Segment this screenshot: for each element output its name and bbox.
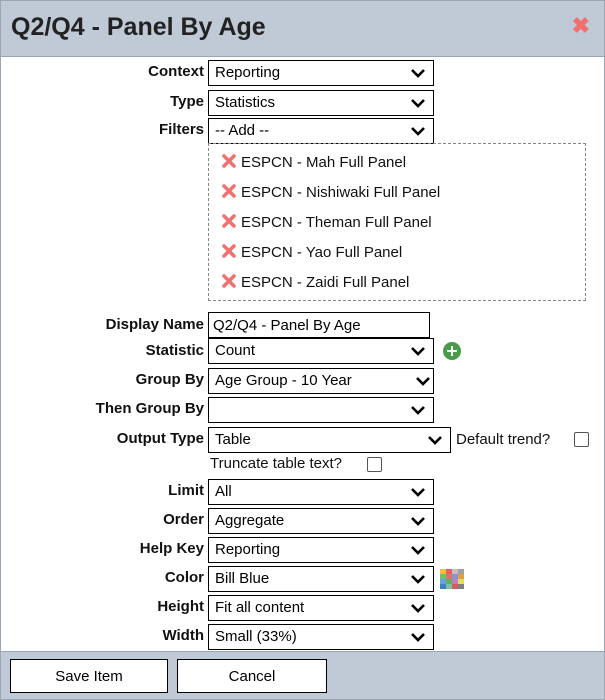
filter-item: ESPCN - Theman Full Panel: [221, 211, 432, 235]
type-select[interactable]: Statistics: [208, 90, 434, 116]
chevron-down-icon: [411, 399, 425, 421]
edit-item-dialog: Q2/Q4 - Panel By Age ✖ Context Reporting…: [0, 0, 605, 700]
chevron-down-icon: [411, 510, 425, 532]
color-value: Bill Blue: [215, 570, 270, 587]
chevron-down-icon: [416, 370, 430, 392]
statistic-label: Statistic: [145, 342, 204, 359]
filter-item-label: ESPCN - Theman Full Panel: [241, 214, 432, 231]
output-type-label: Output Type: [116, 430, 204, 447]
chevron-down-icon: [411, 539, 425, 561]
display-name-label: Display Name: [105, 316, 204, 333]
chevron-down-icon: [411, 597, 425, 619]
filter-item-label: ESPCN - Yao Full Panel: [241, 244, 403, 261]
chevron-down-icon: [411, 92, 425, 114]
chevron-down-icon: [411, 568, 425, 590]
remove-icon[interactable]: [221, 243, 237, 259]
width-select[interactable]: Small (33%): [208, 624, 434, 650]
dialog-footer: Save Item Cancel: [1, 651, 604, 699]
order-select[interactable]: Aggregate: [208, 508, 434, 534]
filter-item: ESPCN - Mah Full Panel: [221, 151, 406, 175]
statistic-value: Count: [215, 342, 256, 359]
save-item-button[interactable]: Save Item: [10, 659, 168, 693]
add-statistic-icon[interactable]: [443, 342, 461, 360]
limit-value: All: [215, 483, 232, 500]
filters-add-select[interactable]: -- Add --: [208, 118, 434, 144]
then-group-by-label: Then Group By: [95, 400, 204, 417]
truncate-table-text-checkbox[interactable]: [367, 457, 382, 472]
filter-item: ESPCN - Nishiwaki Full Panel: [221, 181, 440, 205]
filters-add-value: -- Add --: [215, 122, 270, 139]
context-label: Context: [148, 63, 204, 80]
filter-item-label: ESPCN - Nishiwaki Full Panel: [241, 184, 441, 201]
type-label: Type: [170, 93, 204, 110]
context-value: Reporting: [215, 64, 281, 81]
chevron-down-icon: [411, 340, 425, 362]
cancel-button[interactable]: Cancel: [177, 659, 327, 693]
filter-item: ESPCN - Zaidi Full Panel: [221, 271, 409, 295]
help-key-label: Help Key: [139, 540, 204, 557]
width-value: Small (33%): [215, 628, 297, 645]
default-trend-label: Default trend?: [456, 431, 551, 448]
limit-label: Limit: [168, 482, 204, 499]
chevron-down-icon: [411, 626, 425, 648]
color-label: Color: [164, 569, 204, 586]
chevron-down-icon: [411, 481, 425, 503]
height-value: Fit all content: [215, 599, 305, 616]
remove-icon[interactable]: [221, 153, 237, 169]
chevron-down-icon: [411, 62, 425, 84]
help-key-select[interactable]: Reporting: [208, 537, 434, 563]
order-label: Order: [163, 511, 204, 528]
limit-select[interactable]: All: [208, 479, 434, 505]
group-by-select[interactable]: Age Group - 10 Year: [208, 368, 434, 394]
default-trend-checkbox[interactable]: [574, 432, 589, 447]
context-select[interactable]: Reporting: [208, 60, 434, 86]
chevron-down-icon: [411, 120, 425, 142]
chevron-down-icon: [428, 429, 442, 451]
help-key-value: Reporting: [215, 541, 281, 558]
truncate-table-text-label: Truncate table text?: [210, 455, 343, 472]
remove-icon[interactable]: [221, 183, 237, 199]
filter-item-label: ESPCN - Mah Full Panel: [241, 154, 407, 171]
then-group-by-select[interactable]: [208, 397, 434, 423]
output-type-value: Table: [215, 431, 251, 448]
output-type-select[interactable]: Table: [208, 427, 451, 453]
order-value: Aggregate: [215, 512, 285, 529]
close-icon[interactable]: ✖: [572, 15, 590, 37]
group-by-value: Age Group - 10 Year: [215, 372, 352, 389]
display-name-input[interactable]: [208, 312, 430, 338]
filters-list: ESPCN - Mah Full Panel ESPCN - Nishiwaki…: [208, 143, 586, 301]
filter-item: ESPCN - Yao Full Panel: [221, 241, 402, 265]
filters-label: Filters: [158, 121, 204, 138]
width-label: Width: [162, 627, 204, 644]
height-label: Height: [157, 598, 204, 615]
dialog-titlebar: Q2/Q4 - Panel By Age ✖: [1, 1, 604, 57]
remove-icon[interactable]: [221, 213, 237, 229]
height-select[interactable]: Fit all content: [208, 595, 434, 621]
filter-item-label: ESPCN - Zaidi Full Panel: [241, 274, 410, 291]
type-value: Statistics: [215, 94, 276, 111]
group-by-label: Group By: [135, 371, 204, 388]
color-palette-icon[interactable]: [439, 568, 465, 590]
dialog-title: Q2/Q4 - Panel By Age: [11, 13, 266, 41]
statistic-select[interactable]: Count: [208, 338, 434, 364]
color-select[interactable]: Bill Blue: [208, 566, 434, 592]
remove-icon[interactable]: [221, 273, 237, 289]
